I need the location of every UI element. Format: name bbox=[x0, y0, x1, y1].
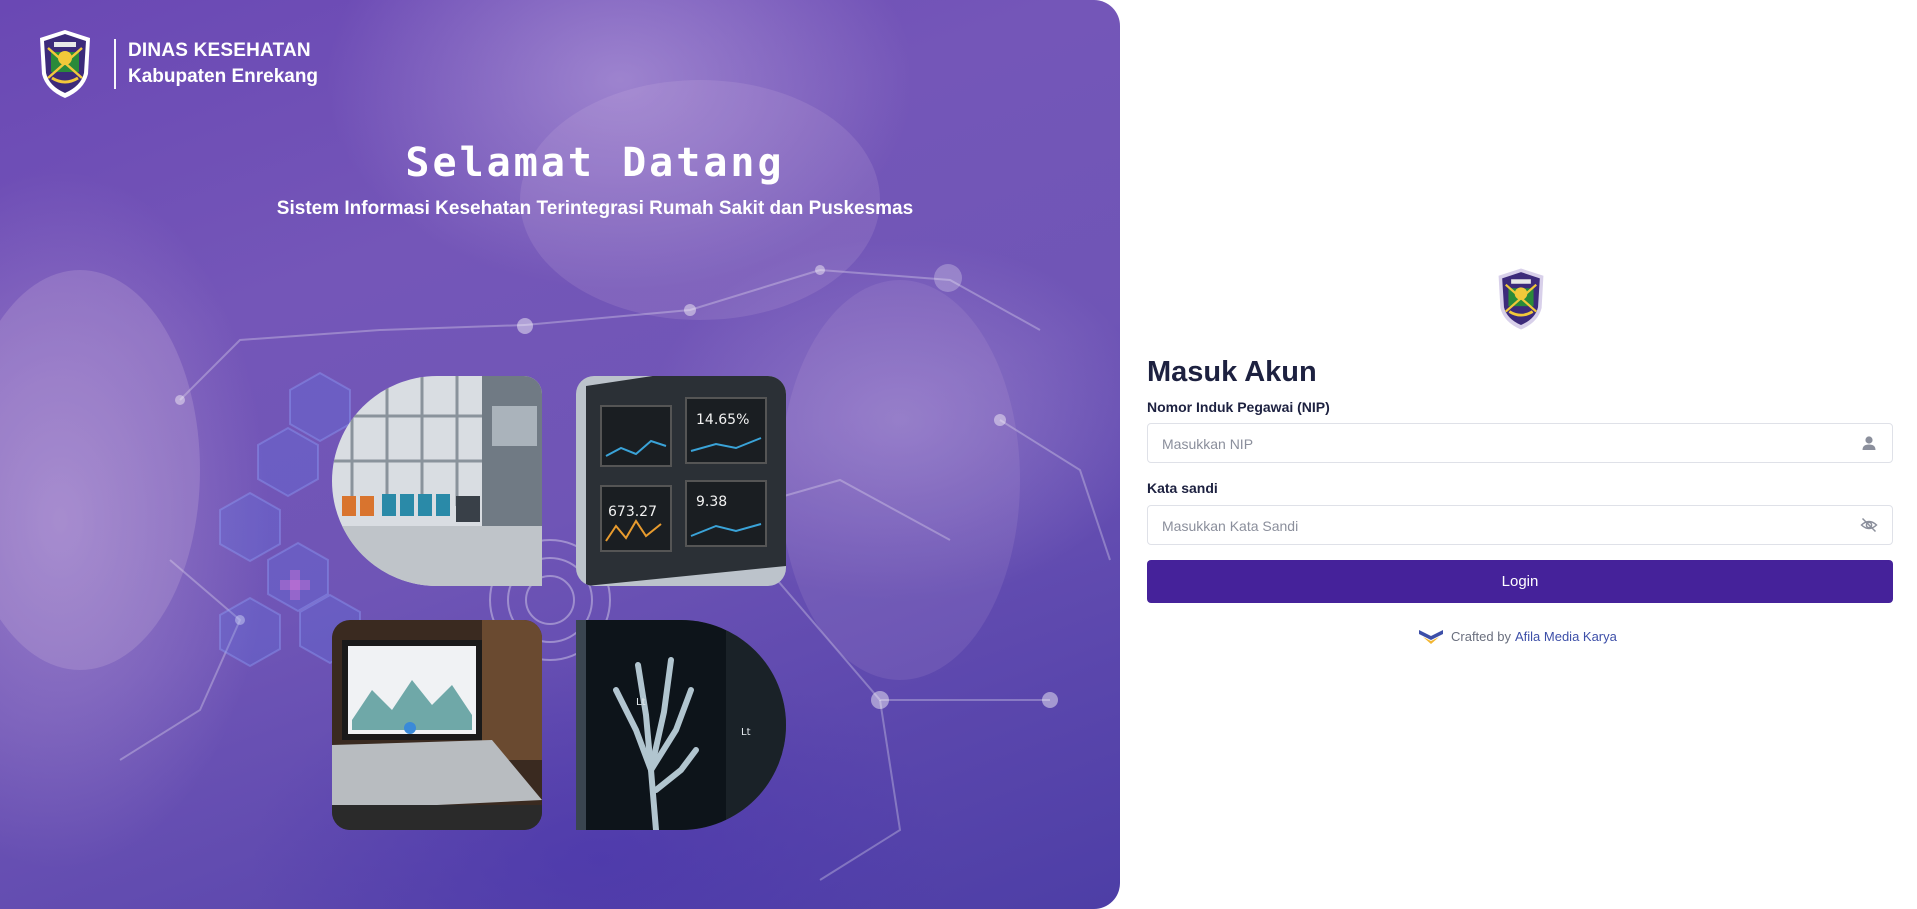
svg-text:673.27: 673.27 bbox=[608, 504, 657, 520]
regency-crest-icon bbox=[40, 30, 90, 98]
photo-dashboard-screens: 14.65% 673.27 9.38 bbox=[576, 376, 786, 586]
afila-logo-icon bbox=[1419, 630, 1443, 644]
brand-title: DINAS KESEHATAN bbox=[128, 40, 311, 61]
photo-laptop-analytics bbox=[332, 620, 542, 830]
crafted-prefix: Crafted by bbox=[1451, 628, 1511, 644]
crafted-by-footer: Crafted by Afila Media Karya bbox=[1419, 628, 1617, 644]
hero-panel: DINAS KESEHATAN Kabupaten Enrekang Selam… bbox=[0, 0, 1120, 909]
eye-off-icon[interactable] bbox=[1860, 516, 1878, 534]
brand-divider bbox=[114, 39, 116, 89]
nip-input[interactable] bbox=[1160, 424, 1844, 464]
brand-header: DINAS KESEHATAN Kabupaten Enrekang bbox=[36, 28, 318, 100]
afila-media-link[interactable]: Afila Media Karya bbox=[1515, 629, 1617, 644]
svg-text:9.38: 9.38 bbox=[696, 494, 727, 510]
regency-crest-icon bbox=[1498, 268, 1544, 330]
password-field-wrapper bbox=[1147, 505, 1893, 546]
photo-xray-hand: Lt Lt bbox=[576, 620, 786, 830]
brand-text: DINAS KESEHATAN Kabupaten Enrekang bbox=[128, 38, 318, 90]
password-label: Kata sandi bbox=[1147, 480, 1218, 496]
nip-field-wrapper bbox=[1147, 423, 1893, 464]
svg-text:14.65%: 14.65% bbox=[696, 412, 749, 428]
svg-text:Lt: Lt bbox=[741, 727, 751, 738]
hero-background-network bbox=[0, 80, 1111, 881]
brand-subtitle: Kabupaten Enrekang bbox=[128, 66, 319, 87]
password-input[interactable] bbox=[1160, 506, 1844, 546]
svg-text:Lt: Lt bbox=[636, 697, 646, 708]
login-title: Masuk Akun bbox=[1147, 356, 1317, 388]
user-icon bbox=[1862, 436, 1876, 450]
nip-label: Nomor Induk Pegawai (NIP) bbox=[1147, 399, 1330, 415]
photo-hospital-waiting-room bbox=[332, 376, 542, 586]
welcome-heading: Selamat Datang bbox=[405, 140, 785, 186]
login-panel: Masuk Akun Nomor Induk Pegawai (NIP) Kat… bbox=[1147, 0, 1893, 909]
login-button[interactable]: Login bbox=[1147, 560, 1893, 603]
hero-tagline: Sistem Informasi Kesehatan Terintegrasi … bbox=[276, 198, 914, 219]
